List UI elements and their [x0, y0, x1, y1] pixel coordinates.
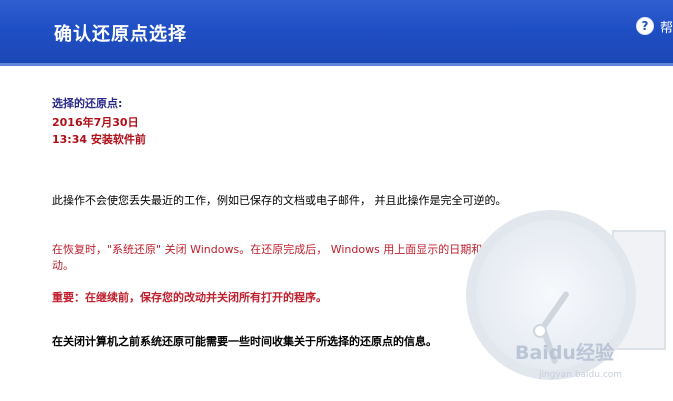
watermark-logo: Baidu经验 — [515, 342, 614, 364]
watermark-url: jingyan.baidu.com — [539, 370, 623, 380]
important-message: 重要：在继续前，保存您的改动并关闭所有打开的程序。 — [52, 291, 327, 304]
header-bar: 确认还原点选择 ? 帮 — [0, 0, 673, 66]
collect-message: 在关闭计算机之前系统还原可能需要一些时间收集关于所选择的还原点的信息。 — [52, 335, 437, 348]
restore-point-time: 13:34 安装软件前 — [52, 133, 146, 146]
page-title: 确认还原点选择 — [54, 24, 187, 45]
restore-point-date: 2016年7月30日 — [52, 116, 139, 129]
info-message: 此操作不会使您丢失最近的工作，例如已保存的文档或电子邮件， 并且此操作是完全可逆… — [52, 194, 507, 207]
clock-center — [533, 324, 547, 338]
restore-point-label: 选择的还原点: — [52, 97, 123, 110]
help-link[interactable]: ? 帮 — [636, 16, 673, 36]
help-label[interactable]: 帮 — [660, 17, 673, 36]
help-icon[interactable]: ? — [636, 17, 654, 35]
